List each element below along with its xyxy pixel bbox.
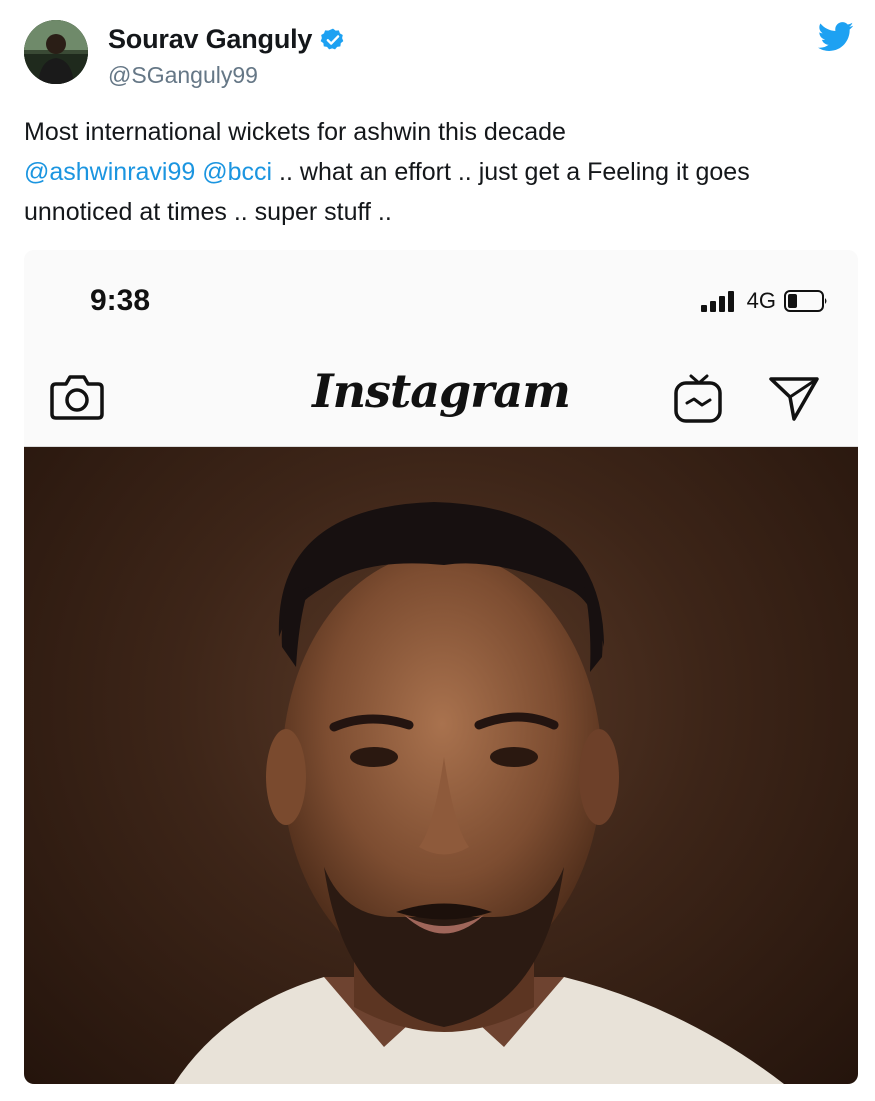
direct-message-icon[interactable] xyxy=(768,374,820,422)
status-indicators: 4G xyxy=(700,288,830,314)
network-type-label: 4G xyxy=(746,288,776,313)
twitter-bird-icon[interactable] xyxy=(818,22,854,52)
instagram-post-photo xyxy=(24,447,858,1084)
instagram-header-bar: Instagram xyxy=(24,350,858,447)
tweet-text-line: Most international wickets for ashwin th… xyxy=(24,118,566,146)
author-handle[interactable]: @SGanguly99 xyxy=(108,62,258,89)
verified-badge-icon xyxy=(320,27,346,53)
signal-icon xyxy=(700,290,739,312)
instagram-logo: Instagram xyxy=(312,364,571,418)
phone-status-bar: 9:38 4G xyxy=(24,250,858,350)
battery-icon xyxy=(784,289,830,313)
mention-link-bcci[interactable]: @bcci xyxy=(202,158,272,186)
avatar[interactable] xyxy=(24,20,88,84)
igtv-icon[interactable] xyxy=(672,372,726,426)
author-display-name[interactable]: Sourav Ganguly xyxy=(108,24,312,55)
tweet-text: Most international wickets for ashwin th… xyxy=(24,112,844,232)
tweet-header: Sourav Ganguly @SGanguly99 xyxy=(24,18,854,88)
author-name-row: Sourav Ganguly xyxy=(108,24,346,55)
tweet-card: Sourav Ganguly @SGanguly99 Most internat… xyxy=(0,0,875,1101)
tweet-media-image[interactable]: 9:38 4G Instagram xyxy=(24,250,858,1084)
mention-link-ashwinravi99[interactable]: @ashwinravi99 xyxy=(24,158,195,186)
status-time: 9:38 xyxy=(90,284,151,317)
